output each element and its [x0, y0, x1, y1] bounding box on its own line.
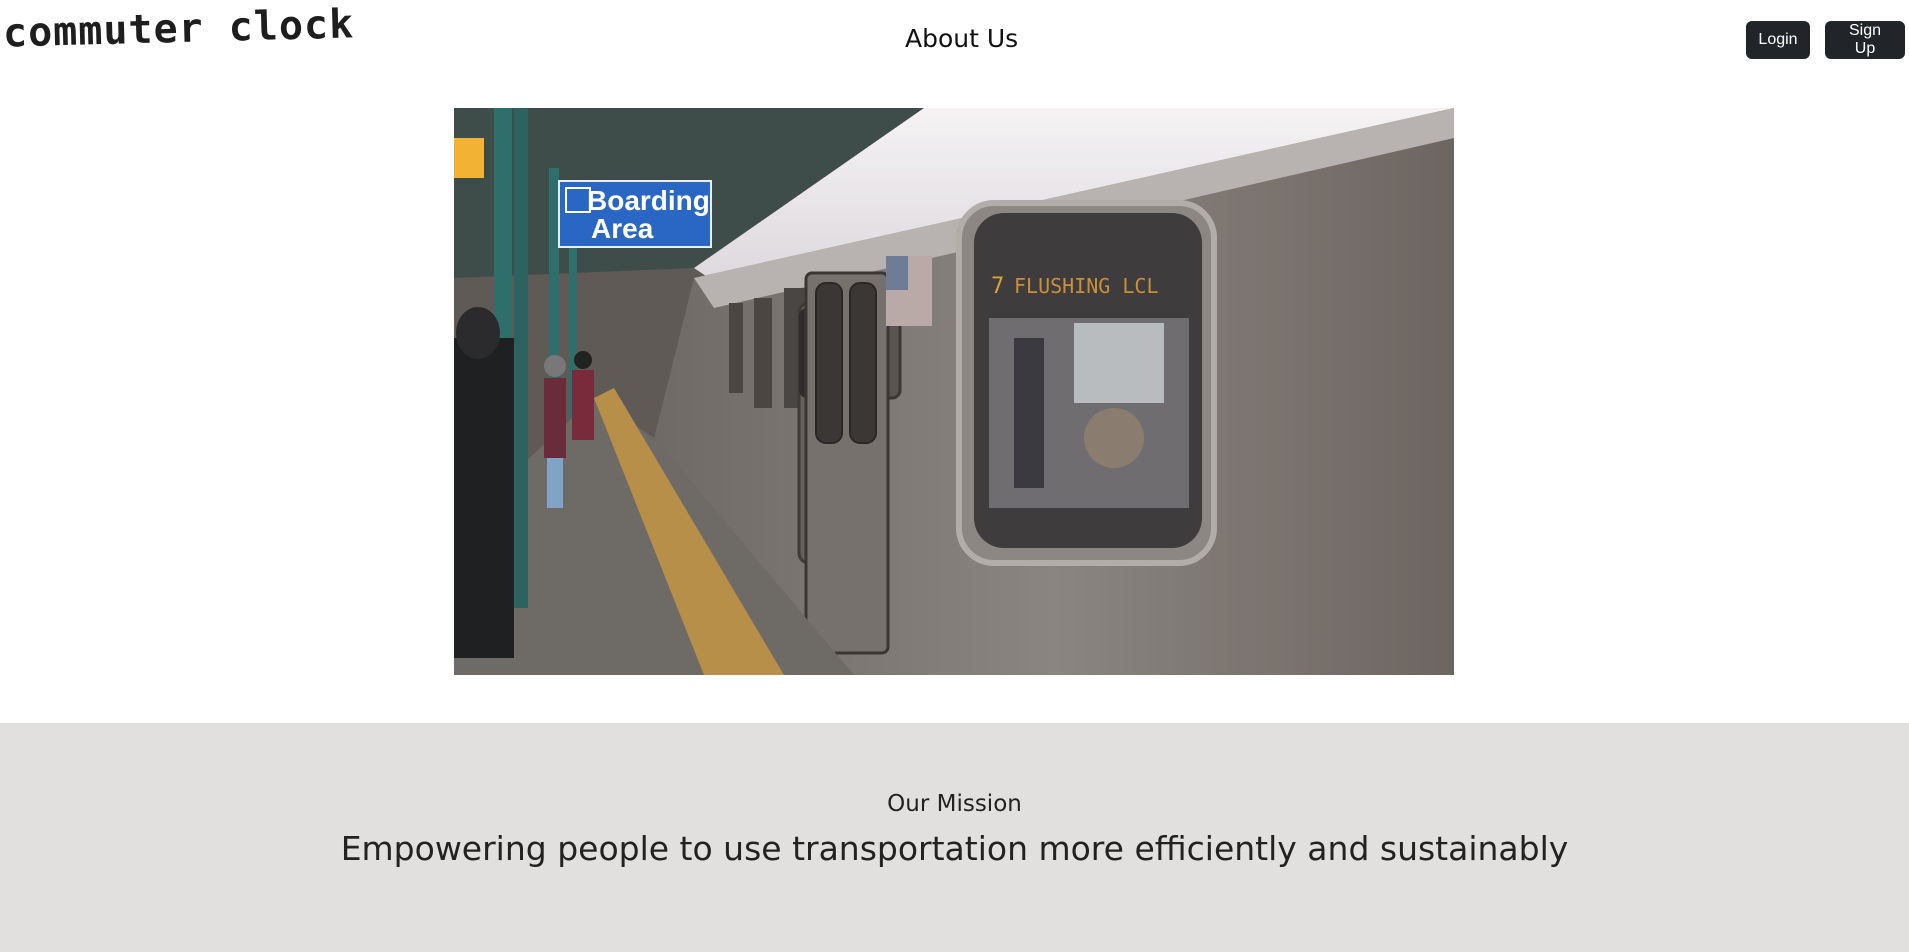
boarding-sign-line2: Area [591, 213, 654, 244]
hero-image: 7 FLUSHING LCL Boarding Area [454, 108, 1454, 675]
destination-sign: FLUSHING LCL [1014, 274, 1159, 298]
mission-section: Our Mission Empowering people to use tra… [0, 723, 1909, 952]
mission-label: Our Mission [887, 791, 1022, 817]
logo[interactable]: commuter clock [2, 1, 354, 56]
mission-statement: Empowering people to use transportation … [340, 829, 1569, 868]
top-header: commuter clock About Us Login Sign Up [0, 0, 1909, 80]
boarding-sign-line1: Boarding [587, 185, 710, 216]
about-us-link[interactable]: About Us [905, 24, 1018, 53]
route-number-sign: 7 [991, 274, 1004, 299]
login-button[interactable]: Login [1746, 21, 1810, 59]
sign-up-button[interactable]: Sign Up [1825, 21, 1905, 59]
subway-platform-illustration: 7 FLUSHING LCL Boarding Area [454, 108, 1454, 675]
